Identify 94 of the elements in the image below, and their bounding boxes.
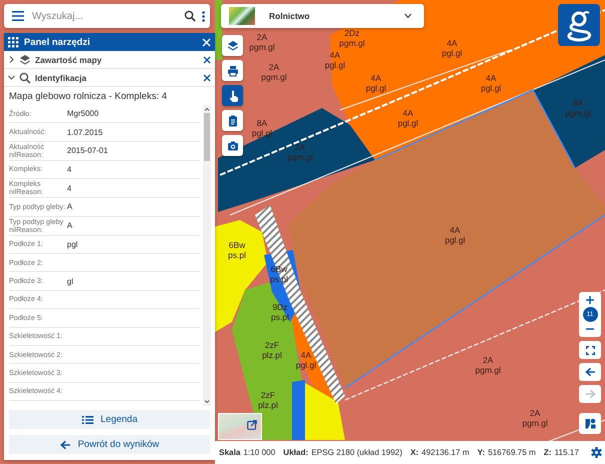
map-label: 4A pgl.gl [442,38,462,58]
map-label: 2zF plz.pl [258,390,278,410]
arrow-right-icon [584,389,596,399]
z-coordinate-label: Z: [544,448,552,457]
crs-value: EPSG 2180 (układ 1992) [311,448,402,457]
layers-icon [19,54,31,66]
close-icon [203,74,211,82]
field-value: A [67,202,72,212]
z-coordinate-value: 115.17 [554,448,579,457]
search-field[interactable]: Wyszukaj... [4,4,210,28]
expand-button[interactable] [8,56,15,63]
close-button[interactable] [203,56,211,64]
settings-icon [591,447,602,458]
section-title[interactable]: Identyfikacja [35,72,199,82]
field-value: Mgr5000 [67,109,99,118]
scale-label: Skala [219,448,240,457]
close-icon [202,38,211,46]
soil-parcel [215,0,222,60]
settings-button[interactable] [591,447,602,458]
fullscreen-button[interactable] [579,341,601,359]
field-value: gl [67,276,74,286]
field-value: A [67,221,72,230]
map-label: 8A pgm.gl [565,98,591,118]
search-icon [19,72,31,84]
identify-button[interactable] [222,85,243,106]
chevron-icon [8,56,15,63]
map-label: 2Dz pgm.gl [339,28,365,48]
layers-icon [226,40,238,52]
field-value: 1.07.2015 [67,128,103,137]
y-coordinate-label: Y: [477,448,485,457]
shapes-icon [584,418,596,429]
close-button[interactable] [203,74,211,82]
menu-icon [12,11,24,21]
plus-icon [586,296,594,304]
search-button[interactable] [184,10,196,22]
map-label: 4A pgl.gl [444,225,466,245]
panel-title: Panel narzędzi [24,36,91,48]
back-button[interactable]: Powrót do wyników [9,435,210,454]
field-value: 4 [67,184,72,193]
field-value: 4 [67,164,72,174]
y-coordinate-value: 516769.75 m [488,448,536,457]
legend-button[interactable]: Legenda [9,410,210,429]
map-label: 8A pgl.gl [252,118,272,138]
open-external-icon [247,420,257,430]
more-button[interactable] [202,10,205,22]
close-icon [203,56,211,64]
map-thumbnail [229,7,255,25]
map-label: 2A pgm.gl [249,32,275,52]
map-label: 6Bw ps.pl [228,240,246,260]
map-label: 2A pgm.gl [522,408,548,428]
map-label: 2A pgm.gl [475,355,501,375]
collapse-button[interactable] [8,74,15,81]
map-label: 4A pgl.gl [366,73,386,93]
map-label: 2A pgm.gl [287,142,313,162]
clipboard-button[interactable] [222,110,243,131]
result-heading: Mapa glebowo rolnicza - Kompleks: 4 [8,90,168,104]
print-button[interactable] [222,60,243,81]
basemap-dropdown[interactable]: Rolnictwo [221,4,424,28]
scrollbar[interactable] [203,105,211,406]
field-value: pgl [67,240,78,249]
map-label: 4A pgl.gl [480,73,502,93]
crs-label: Układ: [283,448,308,457]
chevron-icon [8,74,15,81]
printer-icon [226,64,238,76]
map-label: 4A pgl.gl [398,108,418,128]
minus-icon [586,328,594,330]
arrow-left-icon [584,367,596,377]
list-icon [82,414,94,424]
map-label: 2A pgm.gl [261,62,287,82]
map-label: 2zF plz.pl [262,340,282,360]
scroll-up-icon [204,107,210,111]
x-coordinate-label: X: [410,448,419,457]
grid-icon [8,36,19,48]
search-icon [184,10,196,22]
map-label: 4A pgl.gl [324,50,346,70]
menu-button[interactable] [12,11,24,21]
previous-view-button[interactable] [579,363,601,381]
kebab-icon [202,10,205,22]
clipboard-icon [226,114,238,126]
chevron-down-icon [404,13,412,19]
field-value: 2015-07-01 [67,146,108,156]
scale-value: 1:10 000 [243,448,276,457]
layers-button[interactable] [222,35,243,56]
x-coordinate-value: 492136.17 m [422,448,470,457]
arrow-left-icon [60,440,71,450]
scrollbar-thumb[interactable] [204,113,210,161]
shapes-button[interactable] [579,413,601,434]
minimap[interactable] [218,413,262,440]
camera-button[interactable] [222,135,243,156]
search-input[interactable]: Wyszukaj... [30,8,178,24]
camera-icon [226,140,238,152]
fullscreen-icon [586,346,594,354]
scroll-down-icon [204,400,210,404]
section-title[interactable]: Zawartość mapy [35,54,199,64]
